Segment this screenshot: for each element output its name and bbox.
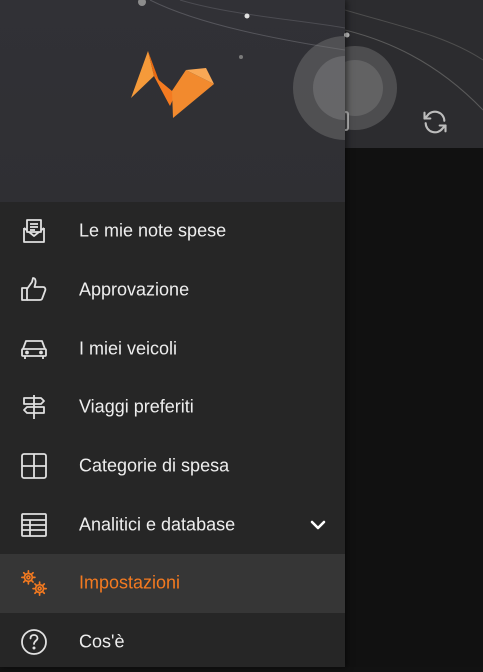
menu-item-label: Le mie note spese <box>79 220 227 241</box>
menu-item-label: Viaggi preferiti <box>79 396 194 417</box>
menu-item-label: Analitici e database <box>79 514 236 535</box>
menu-item-about[interactable]: Cos'è <box>0 613 345 672</box>
header-decoration <box>345 9 483 130</box>
app-header <box>345 0 483 148</box>
grid-icon <box>20 452 48 480</box>
navigation-drawer: Le mie note spese Approvazione I miei ve… <box>0 0 345 667</box>
app-backdrop <box>345 0 483 667</box>
table-icon <box>20 511 48 539</box>
car-icon <box>20 335 48 363</box>
app-logo <box>131 51 214 118</box>
menu-item-label: I miei veicoli <box>79 338 178 359</box>
menu-item-analytics[interactable]: Analitici e database <box>0 495 345 554</box>
menu-item-favorite-trips[interactable]: Viaggi preferiti <box>0 378 345 437</box>
partial-button-icon[interactable] <box>345 110 357 137</box>
menu-item-settings[interactable]: Impostazioni <box>0 554 345 613</box>
refresh-icon[interactable] <box>421 108 449 141</box>
expense-report-icon <box>20 217 48 245</box>
menu-item-approval[interactable]: Approvazione <box>0 261 345 320</box>
drawer-header <box>0 0 345 202</box>
help-circle-icon <box>20 628 48 656</box>
chevron-down-icon[interactable] <box>308 515 328 535</box>
menu-item-label: Approvazione <box>79 279 190 300</box>
menu-item-expense-categories[interactable]: Categorie di spesa <box>0 437 345 496</box>
drawer-menu: Le mie note spese Approvazione I miei ve… <box>0 202 345 672</box>
signpost-icon <box>20 393 48 421</box>
menu-item-expense-reports[interactable]: Le mie note spese <box>0 202 345 261</box>
menu-item-label: Cos'è <box>79 631 125 652</box>
thumbs-up-icon <box>20 276 48 304</box>
menu-item-vehicles[interactable]: I miei veicoli <box>0 319 345 378</box>
menu-item-label: Impostazioni <box>79 572 181 593</box>
menu-item-label: Categorie di spesa <box>79 455 230 476</box>
gears-icon <box>20 569 48 597</box>
